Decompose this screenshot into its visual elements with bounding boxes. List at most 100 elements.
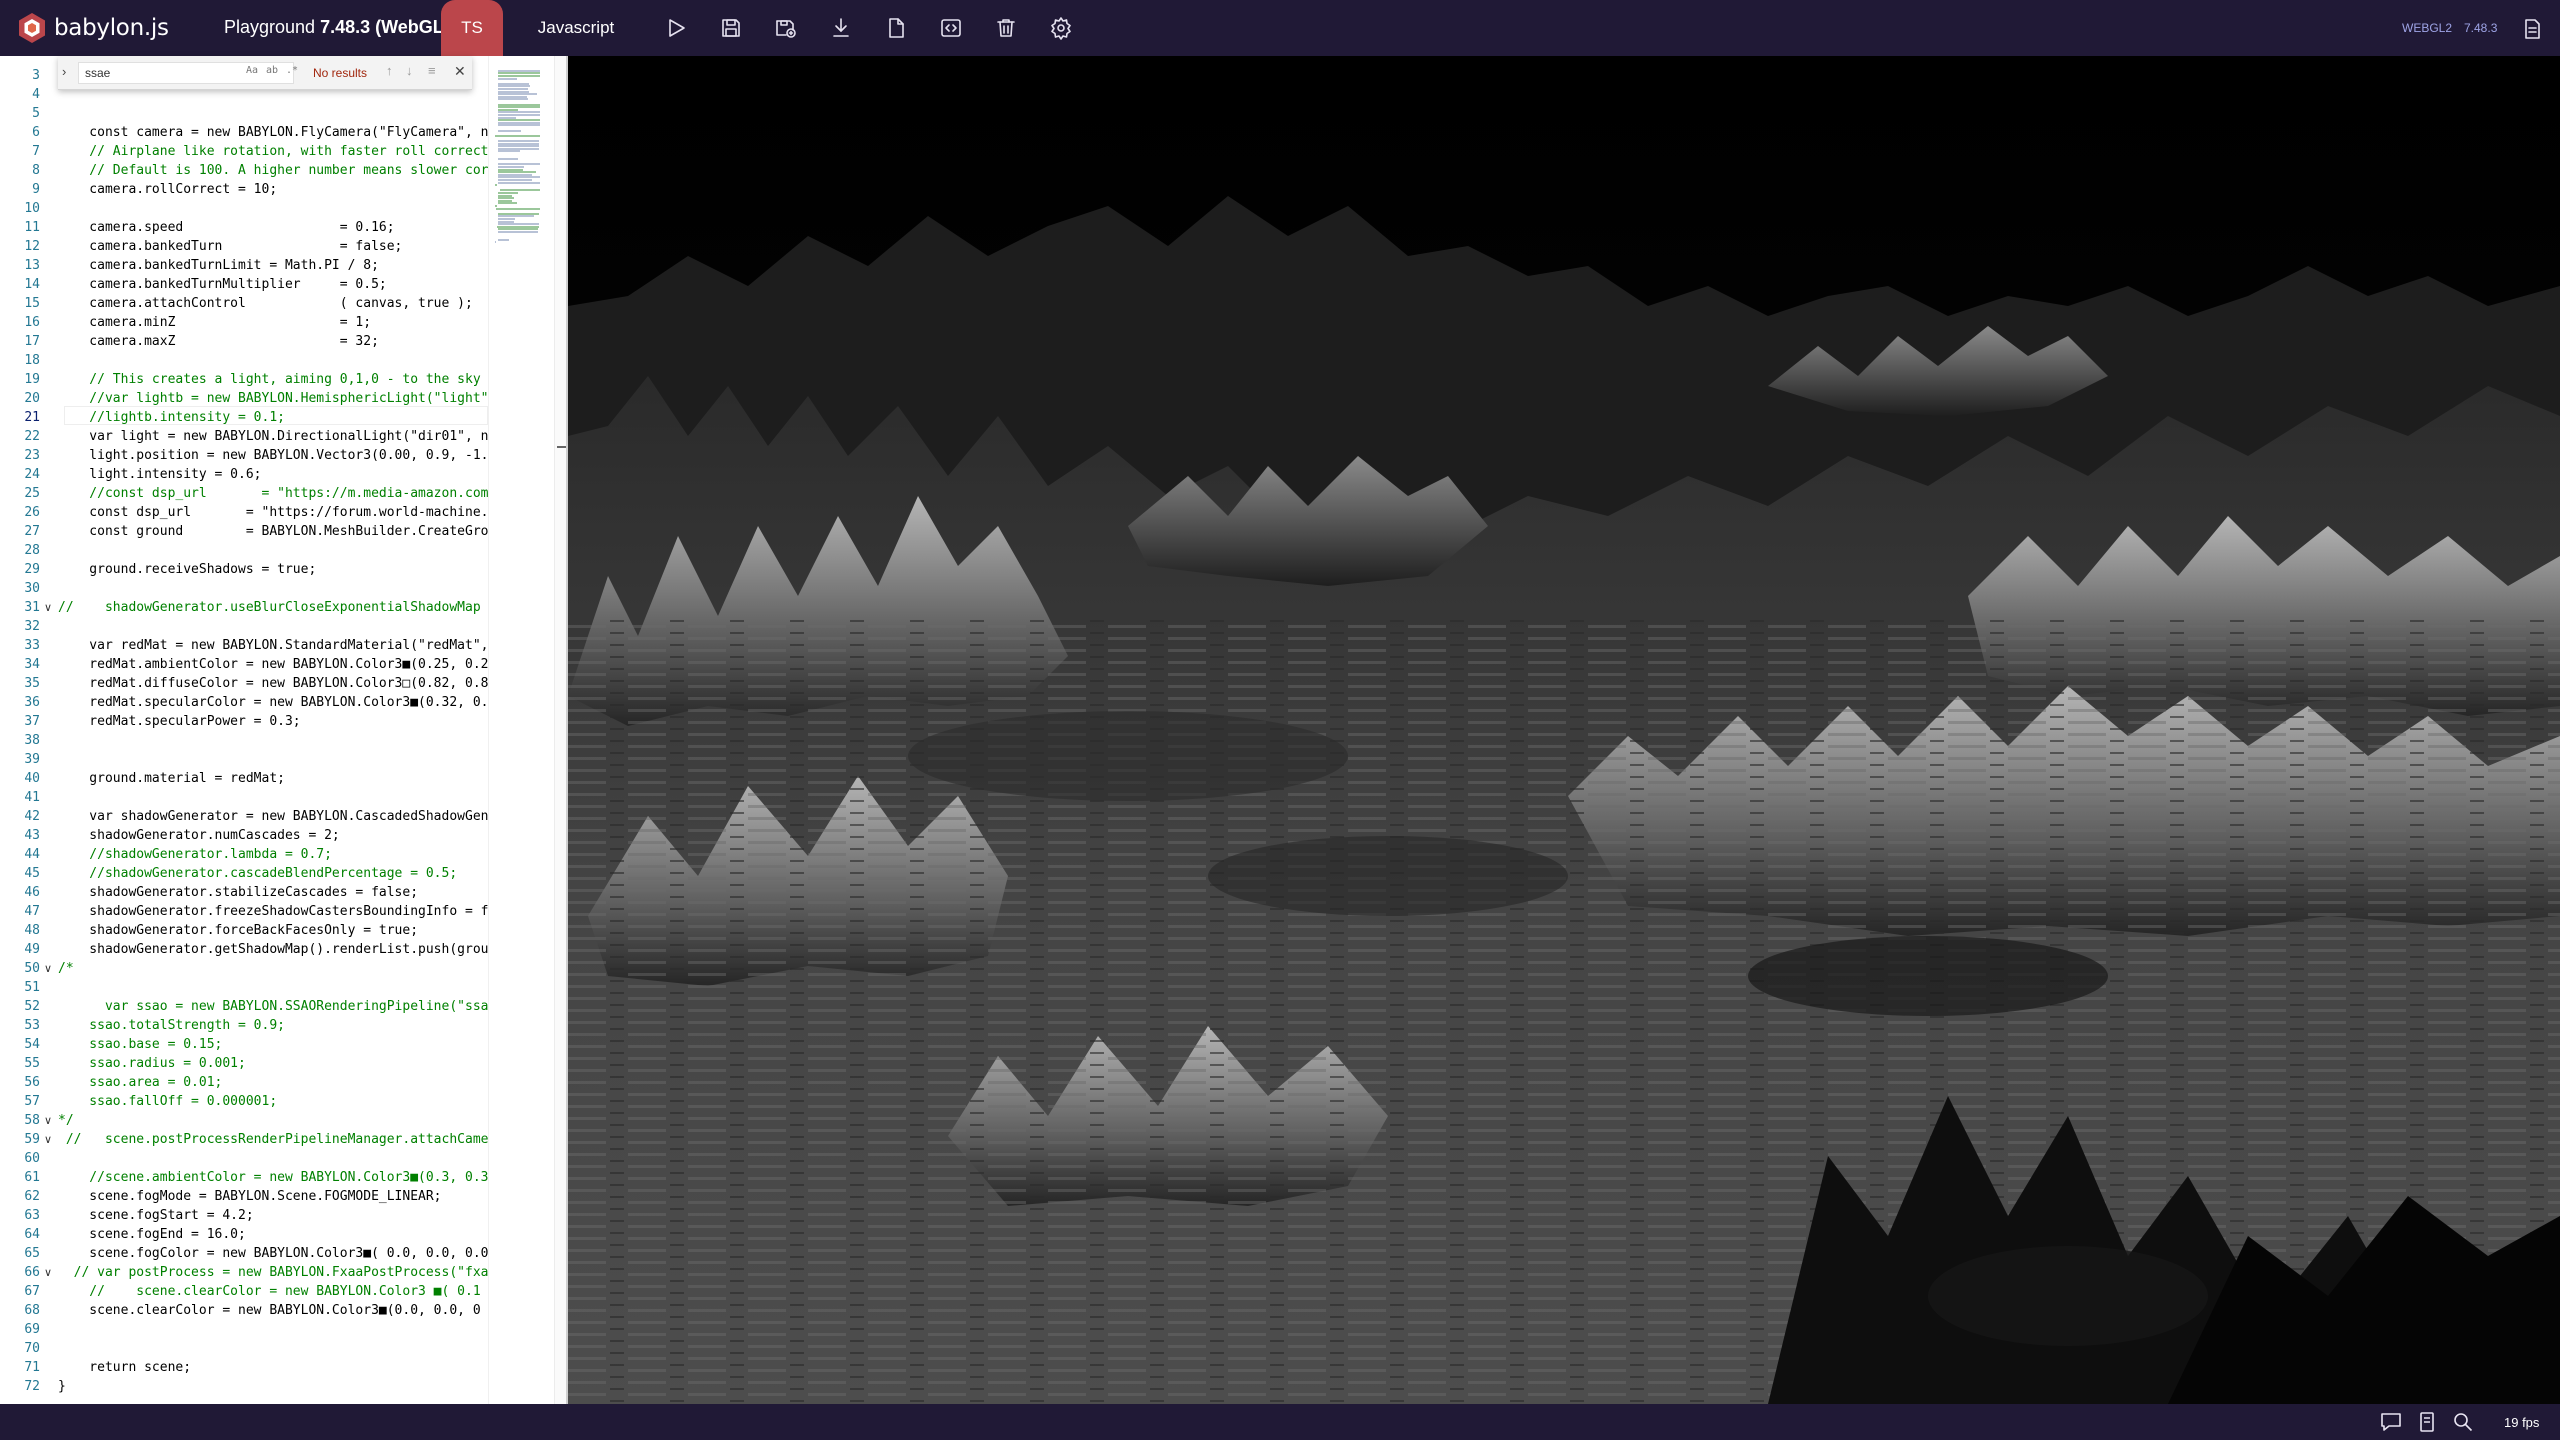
toggle-replace-icon[interactable]: ›	[62, 64, 66, 79]
code-line[interactable]: // Default is 100. A higher number means…	[58, 161, 488, 180]
code-line[interactable]: scene.fogMode = BABYLON.Scene.FOGMODE_LI…	[58, 1187, 441, 1206]
format-code-icon[interactable]	[937, 14, 965, 42]
match-word-button[interactable]: ab	[266, 65, 278, 76]
code-line[interactable]: //const dsp_url = "https://m.media-amazo…	[58, 484, 488, 503]
find-in-selection-icon[interactable]: ≡	[428, 63, 436, 78]
tab-javascript[interactable]: Javascript	[503, 0, 649, 56]
code-area[interactable]: const camera = new BABYLON.FlyCamera("Fl…	[58, 56, 488, 1404]
code-line[interactable]: const dsp_url = "https://forum.world-mac…	[58, 503, 488, 522]
find-input[interactable]: ssae	[78, 62, 294, 84]
code-line[interactable]: shadowGenerator.getShadowMap().renderLis…	[58, 940, 488, 959]
fold-chevron-icon[interactable]: ∨	[44, 1130, 58, 1149]
regex-button[interactable]: .*	[286, 65, 298, 76]
line-number: 52	[24, 999, 40, 1014]
line-number: 9	[32, 182, 40, 197]
code-line[interactable]: // var postProcess = new BABYLON.FxaaPos…	[58, 1263, 488, 1282]
minimap-line	[498, 202, 518, 205]
code-line[interactable]: // Airplane like rotation, with faster r…	[58, 142, 488, 161]
save-icon[interactable]	[717, 14, 745, 42]
new-file-icon[interactable]	[882, 14, 910, 42]
settings-icon[interactable]	[1047, 14, 1075, 42]
examples-icon[interactable]	[2416, 1412, 2438, 1432]
code-line[interactable]: camera.bankedTurnLimit = Math.PI / 8;	[58, 256, 379, 275]
line-number: 45	[24, 866, 40, 881]
code-line[interactable]: redMat.diffuseColor = new BABYLON.Color3…	[58, 674, 488, 693]
code-line[interactable]: //shadowGenerator.cascadeBlendPercentage…	[58, 864, 457, 883]
tab-ts[interactable]: TS	[441, 0, 503, 56]
code-line[interactable]: camera.attachControl ( canvas, true );	[58, 294, 473, 313]
close-find-icon[interactable]: ✕	[454, 63, 466, 80]
fold-chevron-icon[interactable]: ∨	[44, 959, 58, 978]
code-line[interactable]: ssao.base = 0.15;	[58, 1035, 222, 1054]
code-line[interactable]: ssao.fallOff = 0.000001;	[58, 1092, 277, 1111]
code-line[interactable]: shadowGenerator.freezeShadowCastersBound…	[58, 902, 488, 921]
playground-app: babylon.js Playground 7.48.3 (WebGL2) TS…	[0, 0, 2560, 1440]
code-line[interactable]: const camera = new BABYLON.FlyCamera("Fl…	[58, 123, 488, 142]
code-line[interactable]: ground.receiveShadows = true;	[58, 560, 316, 579]
metadata-icon[interactable]	[2518, 15, 2546, 43]
code-line[interactable]: }	[58, 1377, 66, 1396]
code-line[interactable]: return scene;	[58, 1358, 191, 1377]
play-icon[interactable]	[662, 14, 690, 42]
code-line[interactable]: camera.rollCorrect = 10;	[58, 180, 277, 199]
code-line[interactable]: camera.bankedTurn = false;	[58, 237, 402, 256]
feedback-icon[interactable]	[2380, 1412, 2402, 1432]
code-line[interactable]: //shadowGenerator.lambda = 0.7;	[58, 845, 332, 864]
code-line[interactable]: redMat.specularColor = new BABYLON.Color…	[58, 693, 488, 712]
code-line[interactable]: shadowGenerator.numCascades = 2;	[58, 826, 339, 845]
code-line[interactable]: camera.speed = 0.16;	[58, 218, 394, 237]
code-line[interactable]: scene.fogEnd = 16.0;	[58, 1225, 246, 1244]
code-line[interactable]: scene.clearColor = new BABYLON.Color3■(0…	[58, 1301, 480, 1320]
code-line[interactable]: var ssao = new BABYLON.SSAORenderingPipe…	[58, 997, 488, 1016]
code-editor[interactable]: 3 4 5 6 7 8 9 10 11 12 13 14 15 16 17 18 19 20 21 22 23 24 25 2…	[0, 56, 567, 1404]
code-line[interactable]: camera.minZ = 1;	[58, 313, 371, 332]
babylon-logo[interactable]: babylon.js	[16, 12, 169, 44]
line-number: 34	[24, 657, 40, 672]
editor-scrollbar[interactable]	[554, 56, 567, 1404]
save-snippet-icon[interactable]	[772, 14, 800, 42]
code-line[interactable]: light.intensity = 0.6;	[58, 465, 261, 484]
code-line[interactable]: // scene.clearColor = new BABYLON.Color3…	[58, 1282, 480, 1301]
line-number: 41	[24, 790, 40, 805]
search-icon[interactable]	[2452, 1412, 2474, 1432]
code-line[interactable]: redMat.ambientColor = new BABYLON.Color3…	[58, 655, 488, 674]
code-line[interactable]: // shadowGenerator.useBlurCloseExponenti…	[58, 598, 488, 617]
code-line[interactable]: var redMat = new BABYLON.StandardMateria…	[58, 636, 488, 655]
code-line[interactable]: /*	[58, 959, 74, 978]
code-line[interactable]: ssao.totalStrength = 0.9;	[58, 1016, 285, 1035]
code-line[interactable]: //var lightb = new BABYLON.HemisphericLi…	[58, 389, 488, 408]
code-line[interactable]: //scene.ambientColor = new BABYLON.Color…	[58, 1168, 488, 1187]
code-line[interactable]: var shadowGenerator = new BABYLON.Cascad…	[58, 807, 488, 826]
code-line[interactable]: camera.bankedTurnMultiplier = 0.5;	[58, 275, 386, 294]
previous-match-icon[interactable]: ↑	[386, 63, 393, 78]
code-line[interactable]: shadowGenerator.forceBackFacesOnly = tru…	[58, 921, 418, 940]
code-line[interactable]: shadowGenerator.stabilizeCascades = fals…	[58, 883, 418, 902]
code-line[interactable]: const ground = BABYLON.MeshBuilder.Creat…	[58, 522, 488, 541]
next-match-icon[interactable]: ↓	[406, 63, 413, 78]
minimap-line	[498, 238, 509, 241]
code-line[interactable]: // This creates a light, aiming 0,1,0 - …	[58, 370, 488, 389]
match-case-button[interactable]: Aa	[246, 65, 258, 76]
download-icon[interactable]	[827, 14, 855, 42]
render-canvas[interactable]	[568, 56, 2560, 1404]
minimap-line	[495, 184, 497, 187]
code-line[interactable]: scene.fogStart = 4.2;	[58, 1206, 253, 1225]
title-prefix: Playground	[224, 17, 321, 37]
fold-chevron-icon[interactable]: ∨	[44, 1263, 58, 1282]
code-line[interactable]: var light = new BABYLON.DirectionalLight…	[58, 427, 488, 446]
fold-chevron-icon[interactable]: ∨	[44, 598, 58, 617]
minimap[interactable]	[488, 56, 554, 1404]
code-line[interactable]: light.position = new BABYLON.Vector3(0.0…	[58, 446, 488, 465]
code-line[interactable]: camera.maxZ = 32;	[58, 332, 379, 351]
code-line[interactable]: ssao.area = 0.01;	[58, 1073, 222, 1092]
code-line[interactable]: ssao.radius = 0.001;	[58, 1054, 246, 1073]
code-line[interactable]: redMat.specularPower = 0.3;	[58, 712, 300, 731]
code-line[interactable]: // scene.postProcessRenderPipelineManage…	[58, 1130, 488, 1149]
code-line[interactable]: scene.fogColor = new BABYLON.Color3■( 0.…	[58, 1244, 488, 1263]
line-number: 39	[24, 752, 40, 767]
code-line[interactable]: */	[58, 1111, 74, 1130]
code-line[interactable]: ground.material = redMat;	[58, 769, 285, 788]
clear-icon[interactable]	[992, 14, 1020, 42]
fold-chevron-icon[interactable]: ∨	[44, 1111, 58, 1130]
code-line[interactable]: //lightb.intensity = 0.1;	[58, 408, 285, 427]
